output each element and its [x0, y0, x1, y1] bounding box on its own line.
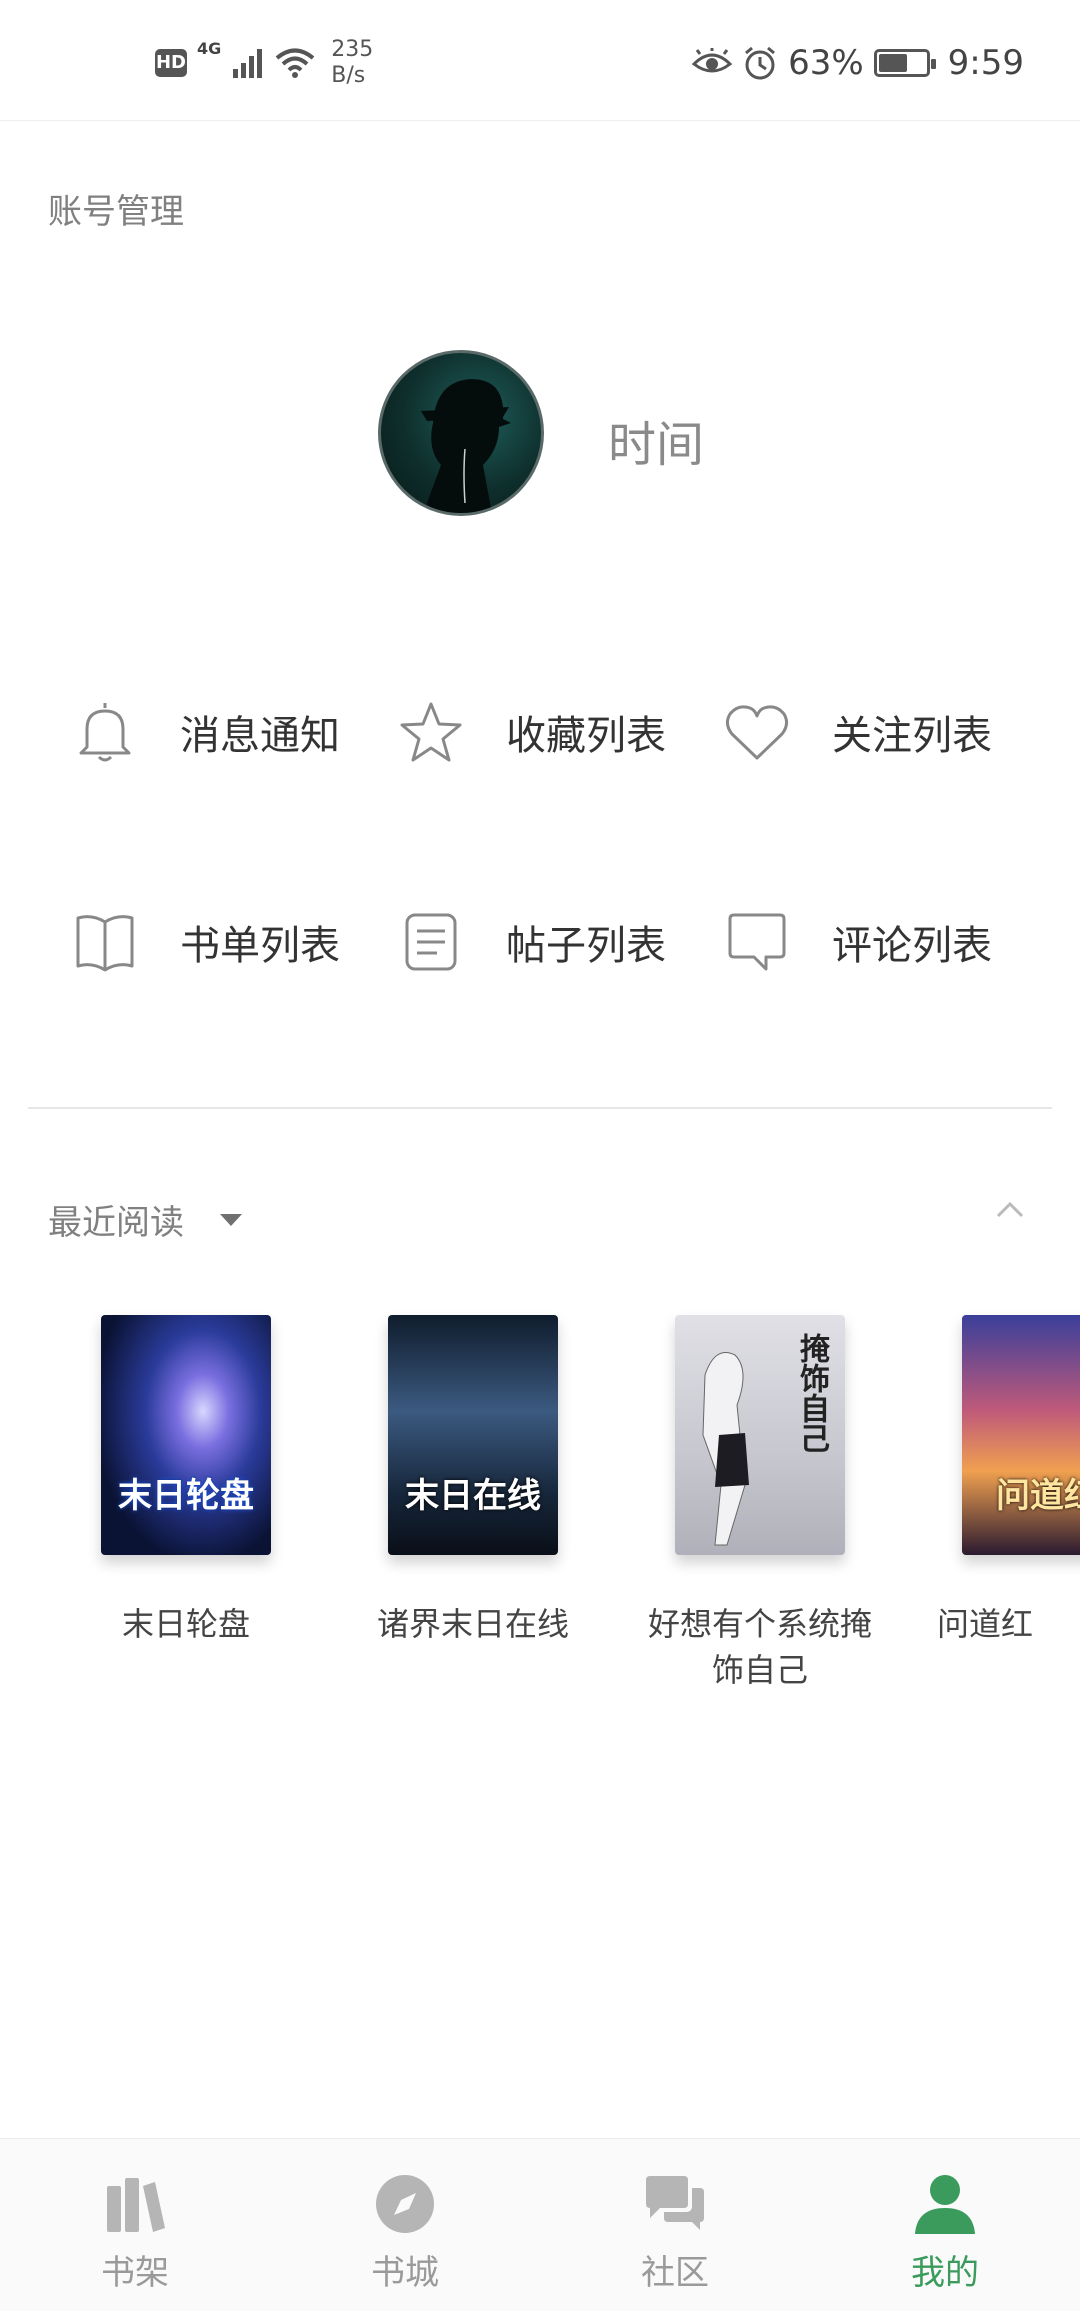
- menu-label: 关注列表: [832, 713, 992, 759]
- avatar-silhouette: [421, 379, 511, 513]
- cover-title-text: 末日轮盘: [118, 1476, 254, 1516]
- book-icon: [70, 907, 140, 977]
- menu-item-posts[interactable]: 帖子列表: [396, 902, 666, 982]
- account-section-title: 账号管理: [48, 192, 184, 232]
- menu-item-notifications[interactable]: 消息通知: [70, 692, 340, 772]
- avatar[interactable]: [378, 350, 544, 516]
- dropdown-caret-icon[interactable]: [220, 1213, 242, 1226]
- signal-icon: [233, 48, 263, 78]
- book-item-4[interactable]: 问道红 问道红: [927, 1315, 1080, 1647]
- menu-item-booklists[interactable]: 书单列表: [70, 902, 340, 982]
- section-divider: [28, 1107, 1052, 1109]
- battery-percent: 63%: [788, 43, 864, 83]
- nav-label: 社区: [641, 2253, 709, 2293]
- eye-icon: [692, 48, 733, 73]
- nav-bookshelf[interactable]: 书架: [45, 2169, 225, 2294]
- alarm-icon: [745, 46, 776, 80]
- wifi-icon: [275, 48, 315, 78]
- nav-label: 我的: [911, 2253, 979, 2293]
- book-title: 末日轮盘: [121, 1605, 250, 1643]
- network-speed: 235 B/s: [331, 37, 373, 89]
- menu-label: 评论列表: [832, 923, 992, 969]
- menu-label: 帖子列表: [506, 923, 666, 969]
- compass-icon: [370, 2169, 440, 2239]
- user-icon: [910, 2169, 980, 2239]
- network-type: 4G: [197, 39, 222, 58]
- heart-icon: [722, 697, 792, 767]
- battery-level-fill: [878, 54, 907, 72]
- speed-unit: B/s: [331, 62, 366, 88]
- chevron-up-icon[interactable]: [995, 1200, 1025, 1220]
- menu-label: 收藏列表: [506, 713, 666, 759]
- nav-bookstore[interactable]: 书城: [315, 2169, 495, 2294]
- menu-item-favorites[interactable]: 收藏列表: [396, 692, 666, 772]
- status-right: 63% 9:59: [692, 38, 1024, 88]
- menu-item-comments[interactable]: 评论列表: [722, 902, 992, 982]
- status-bar: HD 4G 235 B/s 63% 9:59: [0, 0, 1080, 121]
- recent-reading-header[interactable]: 最近阅读: [48, 1195, 242, 1244]
- book-item-1[interactable]: 末日轮盘 末日轮盘: [66, 1315, 306, 1647]
- menu-label: 消息通知: [180, 713, 340, 759]
- cover-title-text: 末日在线: [405, 1476, 541, 1516]
- bell-icon: [70, 697, 140, 767]
- book-item-3[interactable]: 掩饰自己 好想有个系统掩饰自己: [640, 1315, 880, 1693]
- bottom-navigation: 书架 书城 社区 我的: [0, 2138, 1080, 2311]
- clock-time: 9:59: [947, 43, 1024, 83]
- book-cover[interactable]: 末日在线: [388, 1315, 558, 1555]
- username[interactable]: 时间: [608, 405, 704, 475]
- book-item-2[interactable]: 末日在线 诸界末日在线: [353, 1315, 593, 1647]
- speed-value: 235: [331, 36, 374, 62]
- star-icon: [396, 697, 466, 767]
- hd-badge: HD: [155, 48, 187, 77]
- cover-illustration: [702, 1352, 749, 1546]
- book-title: 问道红: [937, 1605, 1034, 1643]
- book-title: 诸界末日在线: [376, 1605, 569, 1643]
- cover-title-text: 问道红: [996, 1476, 1080, 1516]
- comment-icon: [722, 907, 792, 977]
- battery-icon: [873, 49, 936, 77]
- recent-reading-title: 最近阅读: [48, 1203, 184, 1243]
- menu-item-following[interactable]: 关注列表: [722, 692, 992, 772]
- document-icon: [396, 907, 466, 977]
- nav-profile[interactable]: 我的: [855, 2169, 1035, 2294]
- status-left: HD 4G 235 B/s: [155, 35, 373, 90]
- book-cover[interactable]: 掩饰自己: [675, 1315, 845, 1555]
- chat-icon: [640, 2169, 710, 2239]
- book-cover[interactable]: 末日轮盘: [101, 1315, 271, 1555]
- nav-community[interactable]: 社区: [585, 2169, 765, 2294]
- menu-label: 书单列表: [180, 923, 340, 969]
- nav-label: 书城: [371, 2253, 439, 2293]
- book-cover[interactable]: 问道红: [962, 1315, 1080, 1555]
- bookshelf-icon: [100, 2169, 170, 2239]
- nav-label: 书架: [101, 2253, 169, 2293]
- book-title: 好想有个系统掩饰自己: [647, 1605, 872, 1689]
